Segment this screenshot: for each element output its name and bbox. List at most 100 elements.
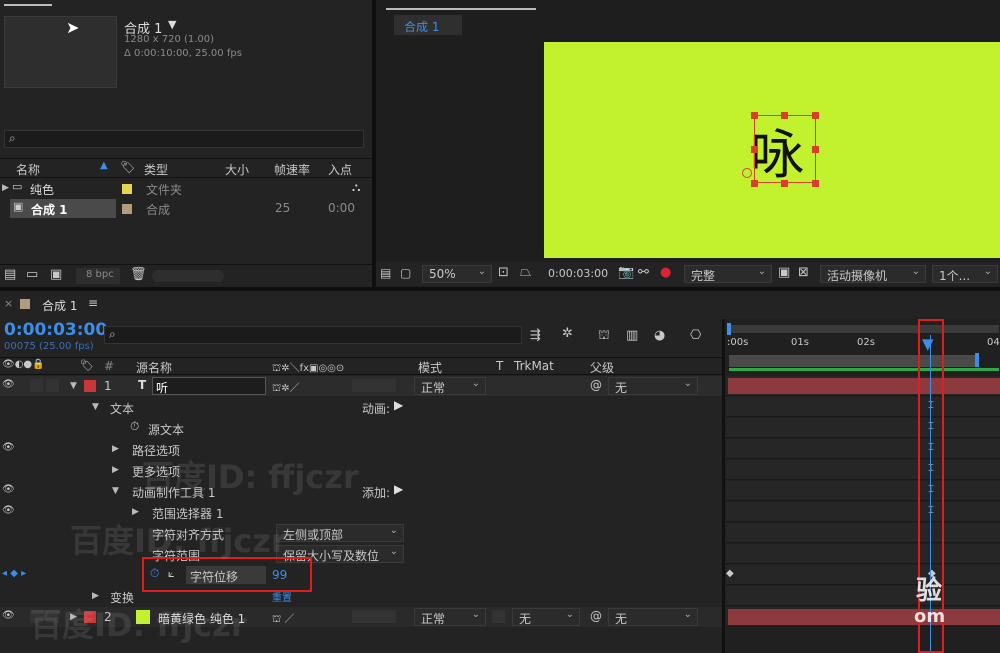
timeline-tab[interactable]: × 合成 1 ≡: [0, 293, 110, 315]
layer1-track[interactable]: [726, 376, 1000, 396]
reset-link[interactable]: 重置: [272, 589, 292, 604]
layer-row-1[interactable]: 👁 ▼ 1 T 听 ⛫✲／ 正常 ⌄ @ 无 ⌄: [0, 376, 726, 396]
transform-handle[interactable]: [812, 146, 819, 153]
expand-triangle-icon[interactable]: ▶: [112, 465, 119, 475]
pick-whip-icon[interactable]: @: [590, 378, 602, 392]
collapse-triangle-icon[interactable]: ▼: [112, 486, 119, 496]
motion-blur-icon[interactable]: ◕: [654, 328, 665, 343]
render-range-end[interactable]: [975, 353, 979, 367]
layer2-duration-bar[interactable]: [728, 609, 1000, 625]
layer2-mode-dropdown[interactable]: 正常 ⌄: [414, 608, 486, 626]
anchor-point-icon[interactable]: [742, 168, 752, 178]
always-preview-icon[interactable]: ▤: [380, 266, 391, 280]
zoom-dropdown[interactable]: 50% ⌄: [422, 265, 492, 283]
region-of-interest-icon[interactable]: ⊡: [498, 265, 509, 280]
project-search-input[interactable]: ⌕: [4, 130, 364, 148]
eye-icon[interactable]: 👁: [2, 505, 15, 516]
resolution-dropdown[interactable]: 完整 ⌄: [684, 265, 772, 283]
snapshot-camera-icon[interactable]: 📷: [618, 265, 634, 280]
close-icon[interactable]: ×: [4, 297, 13, 310]
timeline-search-input[interactable]: ⌕: [104, 326, 522, 344]
av-switches-icon[interactable]: 👁◐●🔒: [2, 359, 45, 370]
char-offset-track[interactable]: ◆ ◆: [726, 565, 1000, 585]
layer-switch-box[interactable]: [352, 379, 396, 392]
keyframe-icon[interactable]: ◆: [726, 568, 734, 579]
project-comp-dropdown-icon[interactable]: ▼: [168, 18, 176, 31]
pick-whip-icon[interactable]: @: [590, 609, 602, 623]
col-size[interactable]: 大小: [225, 161, 249, 178]
graph-editor-icon[interactable]: ⎔: [690, 328, 701, 343]
prop-text[interactable]: ▼ 文本 动画: ▶: [0, 397, 726, 417]
transform-handle[interactable]: [812, 112, 819, 119]
expand-triangle-icon[interactable]: ▶: [112, 444, 119, 454]
solo-toggle[interactable]: [30, 379, 43, 392]
transform-handle[interactable]: [751, 146, 758, 153]
prop-char-offset[interactable]: ◂ ◆ ▸ ⏱ ⟀ 字符位移 99: [0, 557, 726, 592]
composition-canvas[interactable]: 咏: [544, 42, 1000, 258]
col-fps[interactable]: 帧速率: [274, 161, 310, 178]
panel-menu-icon[interactable]: ≡: [88, 296, 98, 310]
add-menu-label[interactable]: 添加:: [362, 484, 390, 501]
layer-name-input[interactable]: 听: [152, 377, 266, 395]
frame-blending-icon[interactable]: ▥: [626, 328, 638, 343]
col-mode[interactable]: 模式: [418, 359, 442, 376]
label-tag-icon[interactable]: 🏷: [120, 160, 135, 174]
keyframe-nav-icon[interactable]: ◂ ◆ ▸: [2, 568, 26, 579]
fast-preview-icon[interactable]: ▣: [778, 265, 790, 280]
project-scrollbar[interactable]: [152, 270, 224, 282]
lock-toggle[interactable]: [46, 379, 59, 392]
show-snapshot-icon[interactable]: ⚯: [638, 265, 649, 280]
work-area-bar[interactable]: [729, 325, 999, 333]
col-source-name[interactable]: 源名称: [136, 359, 172, 376]
label-tag-icon[interactable]: 🏷: [80, 359, 94, 372]
label-color-swatch[interactable]: [122, 204, 132, 214]
layer-switches[interactable]: ⛫ ／: [272, 610, 294, 627]
transform-handle[interactable]: [781, 180, 788, 187]
animate-menu-label[interactable]: 动画:: [362, 400, 390, 417]
collapse-triangle-icon[interactable]: ▼: [70, 381, 77, 391]
stopwatch-icon[interactable]: ⏱: [130, 419, 139, 434]
transparency-grid-icon[interactable]: ⊠: [798, 265, 809, 280]
layer1-duration-bar[interactable]: [728, 378, 1000, 394]
layer-switches[interactable]: ⛫✲／: [272, 379, 300, 396]
viewer-tab[interactable]: 合成 1: [394, 15, 462, 35]
project-item-comp[interactable]: ▣ 合成 1 合成 25 0:00: [0, 199, 372, 219]
transform-handle[interactable]: [781, 112, 788, 119]
camera-dropdown[interactable]: 活动摄像机 ⌄: [820, 265, 926, 283]
preserve-transparency-toggle[interactable]: [492, 610, 505, 623]
eye-icon[interactable]: 👁: [2, 442, 15, 453]
transform-handle[interactable]: [812, 180, 819, 187]
char-align-dropdown[interactable]: 左侧或顶部 ⌄: [276, 524, 404, 542]
layer2-trkmat-dropdown[interactable]: 无 ⌄: [512, 608, 580, 626]
layer-label-color[interactable]: [84, 380, 96, 392]
work-area-start[interactable]: [727, 323, 731, 335]
prop-path-options[interactable]: 👁 ▶ 路径选项: [0, 439, 726, 459]
label-color-swatch[interactable]: [122, 184, 132, 194]
transform-handle[interactable]: [751, 180, 758, 187]
project-item-folder[interactable]: ▶ ▭ 纯色 文件夹 ⛬: [0, 179, 372, 199]
viewer-timecode[interactable]: 0:00:03:00: [548, 267, 608, 280]
col-in[interactable]: 入点: [328, 161, 352, 178]
eye-icon[interactable]: 👁: [2, 610, 15, 621]
mask-path-icon[interactable]: ⏢: [520, 264, 531, 280]
bpc-button[interactable]: 8 bpc: [76, 268, 120, 284]
col-type[interactable]: 类型: [144, 161, 168, 178]
trash-icon[interactable]: 🗑: [130, 267, 147, 282]
layer-switch-box[interactable]: [352, 610, 396, 623]
collapse-triangle-icon[interactable]: ▼: [92, 402, 99, 412]
color-channels-icon[interactable]: ●: [660, 265, 671, 280]
comp-mini-flowchart-icon[interactable]: ⇶: [530, 328, 541, 343]
col-name[interactable]: 名称: [16, 161, 40, 178]
add-menu-icon[interactable]: ▶: [394, 482, 403, 496]
col-parent[interactable]: 父级: [590, 359, 614, 376]
transform-handle[interactable]: [751, 112, 758, 119]
layer2-parent-dropdown[interactable]: 无 ⌄: [608, 608, 698, 626]
new-folder-icon[interactable]: ▭: [26, 267, 38, 282]
layer1-mode-dropdown[interactable]: 正常 ⌄: [414, 377, 486, 395]
prop-animator[interactable]: 👁 ▼ 动画制作工具 1 添加: ▶: [0, 481, 726, 501]
prop-more-options[interactable]: ▶ 更多选项: [0, 460, 726, 480]
new-comp-icon[interactable]: ▣: [50, 267, 62, 282]
animate-menu-icon[interactable]: ▶: [394, 398, 403, 412]
col-trkmat[interactable]: TrkMat: [514, 359, 554, 373]
interpret-footage-icon[interactable]: ▤: [4, 267, 16, 282]
